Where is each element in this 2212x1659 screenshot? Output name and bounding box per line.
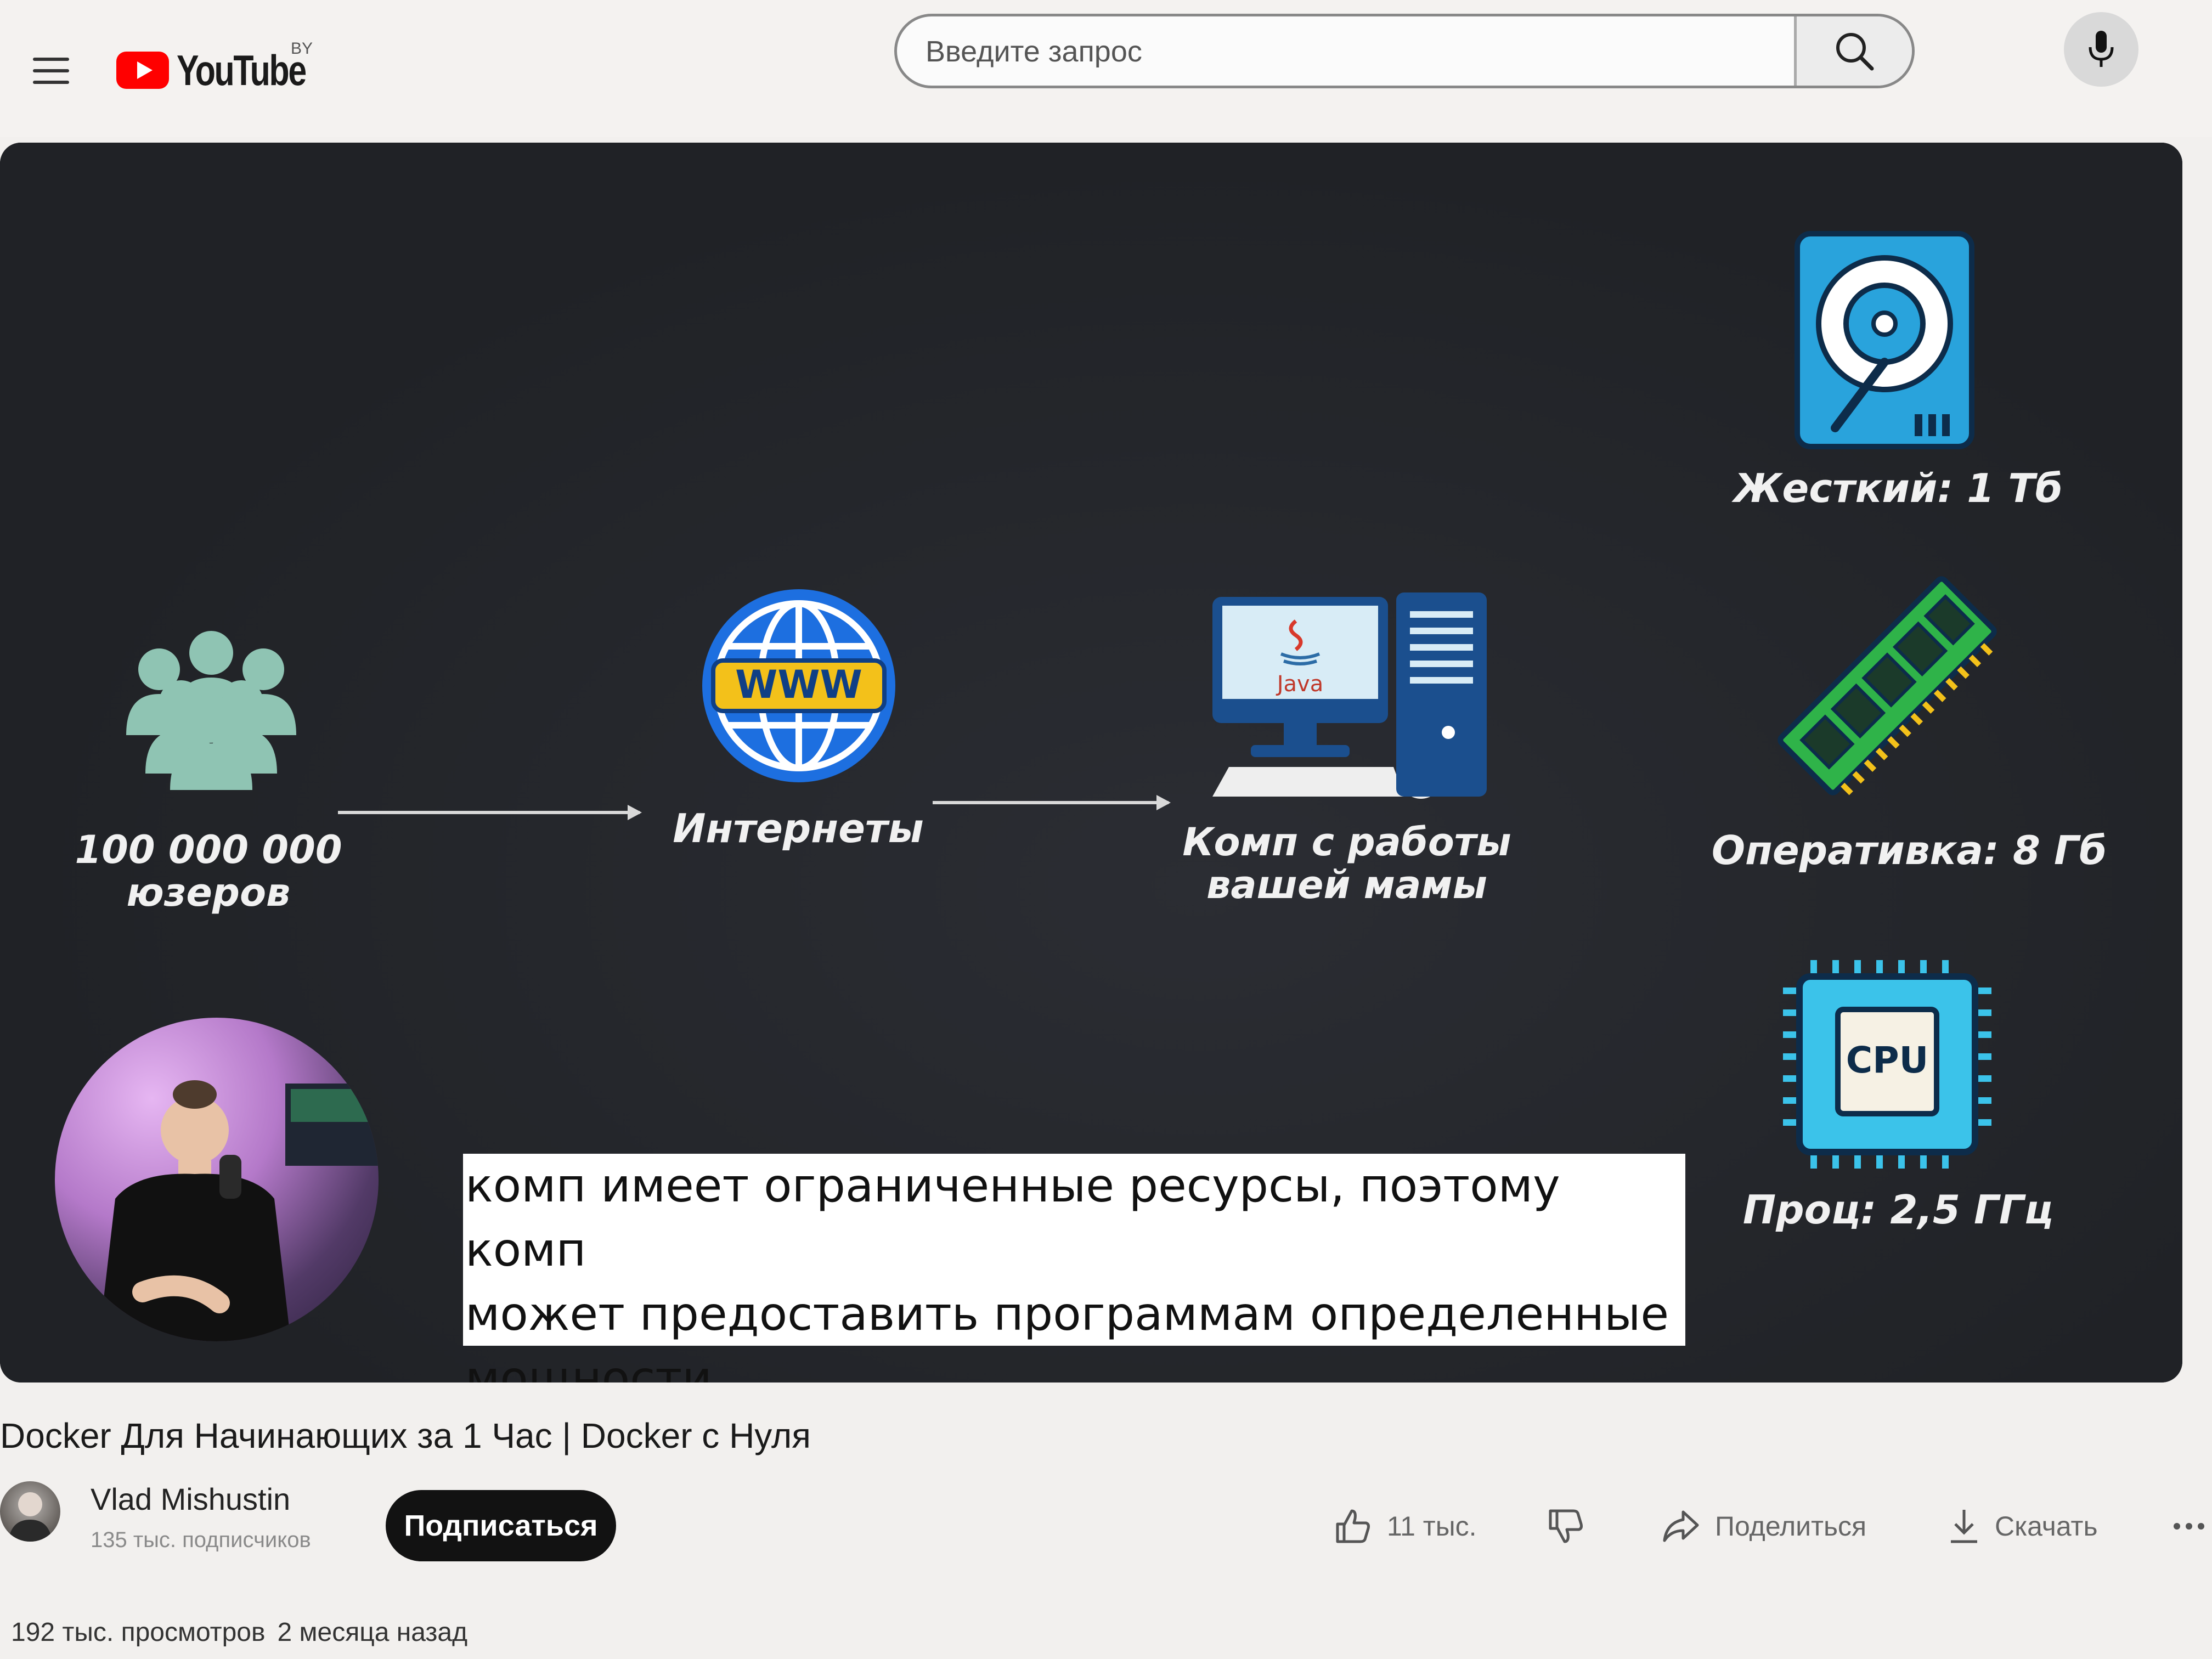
globe-www-text: WWW [735, 662, 862, 707]
voice-search-button[interactable] [2064, 12, 2138, 87]
view-count: 192 тыс. просмотров [11, 1618, 266, 1647]
cpu-icon: CPU [1783, 960, 1991, 1169]
ram-label: Оперативка: 8 Гб [1711, 827, 2107, 873]
subscribe-button[interactable]: Подписаться [386, 1490, 616, 1561]
closed-caption: комп имеет ограниченные ресурсы, поэтому… [463, 1154, 1685, 1383]
users-label: 100 000 000 юзеров [75, 827, 342, 916]
youtube-logo-icon [116, 52, 169, 89]
microphone-icon [2089, 31, 2114, 67]
share-button[interactable]: Поделиться [1661, 1499, 1866, 1554]
hard-drive-icon [1795, 231, 1974, 449]
presenter-figure [99, 1080, 379, 1341]
arrow-internet-to-computer [933, 795, 1171, 810]
menu-icon[interactable] [33, 58, 69, 84]
computer-icon: Java [1212, 592, 1487, 799]
video-stats: 192 тыс. просмотров 2 месяца назад [11, 1617, 479, 1647]
search-input[interactable] [924, 16, 1695, 86]
logo-wordmark: YouTube [177, 46, 307, 94]
internet-label: Интернеты [673, 805, 924, 851]
dislike-icon [1549, 1509, 1583, 1543]
share-icon [1663, 1510, 1699, 1542]
search-icon [1836, 33, 1874, 71]
globe-www-icon: WWW [702, 589, 895, 782]
video-title: Docker Для Начинающих за 1 Час | Docker … [0, 1416, 811, 1455]
users-icon [126, 631, 296, 790]
cpu-label: Проц: 2,5 ГГц [1742, 1187, 2054, 1233]
presenter-webcam [55, 1018, 379, 1341]
subscriber-count: 135 тыс. подписчиков [91, 1528, 311, 1552]
channel-avatar[interactable] [0, 1481, 60, 1542]
download-button[interactable]: Скачать [1948, 1499, 2098, 1554]
cpu-chip-text: CPU [1846, 1039, 1928, 1081]
like-button[interactable]: 11 тыс. [1333, 1499, 1477, 1554]
country-code: BY [291, 40, 313, 58]
like-count: 11 тыс. [1387, 1511, 1477, 1542]
search-bar [894, 14, 1915, 88]
more-actions-button[interactable] [2172, 1499, 2205, 1554]
computer-label: Комп с работы вашей мамы [1182, 820, 1511, 908]
arrow-users-to-internet [338, 805, 642, 820]
channel-avatar-image [8, 1492, 52, 1542]
share-label: Поделиться [1715, 1511, 1867, 1542]
computer-screen-text: Java [1276, 672, 1324, 697]
download-label: Скачать [1995, 1511, 2098, 1542]
channel-name[interactable]: Vlad Mishustin [91, 1481, 290, 1517]
search-button[interactable] [1794, 16, 1912, 86]
hdd-label: Жесткий: 1 Тб [1734, 465, 2063, 511]
dislike-button[interactable] [1546, 1499, 1585, 1554]
download-icon [1951, 1510, 1977, 1543]
publish-date: 2 месяца назад [277, 1618, 468, 1647]
video-player[interactable]: 100 000 000 юзеров WWW Интернеты Java Ко… [0, 143, 2182, 1383]
more-icon [2174, 1523, 2204, 1530]
video-frame: 100 000 000 юзеров WWW Интернеты Java Ко… [0, 143, 2182, 1383]
ram-icon [1778, 576, 1997, 795]
masthead: YouTube BY [0, 0, 2212, 137]
like-icon [1336, 1509, 1370, 1543]
